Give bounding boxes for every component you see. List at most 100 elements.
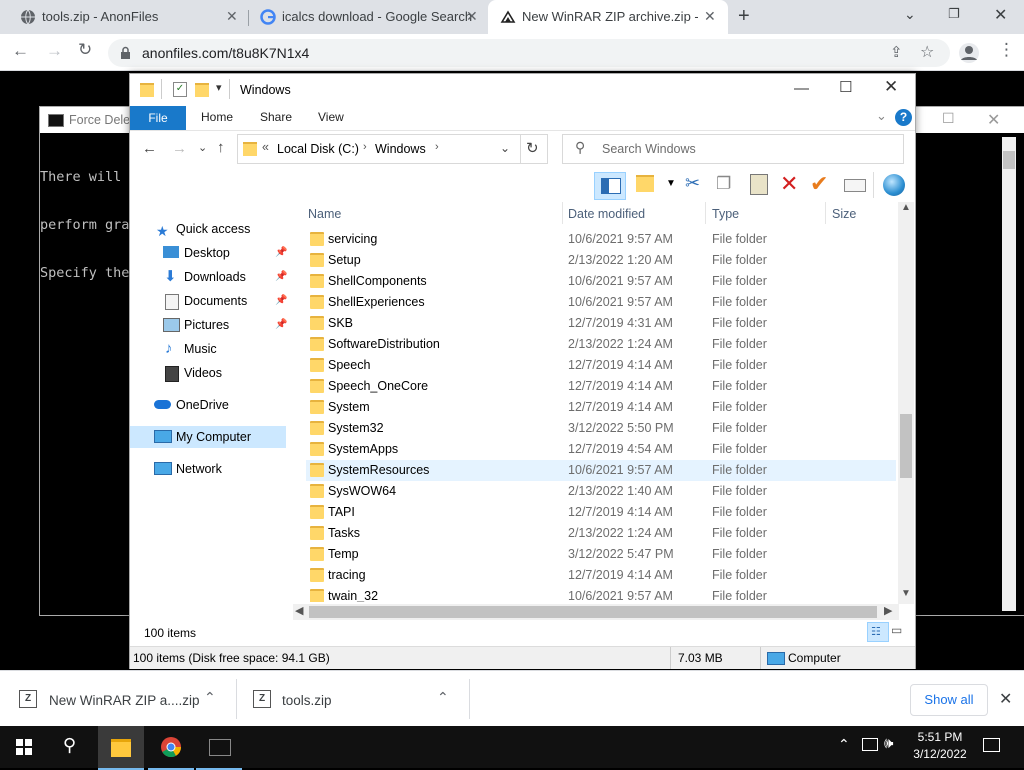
share-icon[interactable]: ⇪	[890, 43, 903, 61]
nav-my-computer[interactable]: My Computer	[130, 426, 286, 448]
table-row[interactable]: TAPI 12/7/2019 4:14 AM File folder	[306, 502, 896, 523]
taskbar-chrome[interactable]	[148, 726, 194, 770]
table-row[interactable]: SysWOW64 2/13/2022 1:40 AM File folder	[306, 481, 896, 502]
ribbon-tab-share[interactable]: Share	[260, 110, 292, 124]
table-row[interactable]: Speech 12/7/2019 4:14 AM File folder	[306, 355, 896, 376]
table-row[interactable]: System32 3/12/2022 5:50 PM File folder	[306, 418, 896, 439]
kebab-menu-icon[interactable]: ⋮	[998, 40, 1015, 60]
column-header-date[interactable]: Date modified	[568, 207, 645, 221]
search-box[interactable]: ⚲ Search Windows	[562, 134, 904, 164]
network-icon[interactable]	[862, 738, 878, 751]
large-icons-view-icon[interactable]: ▭	[891, 623, 902, 637]
new-folder-icon[interactable]	[195, 83, 209, 97]
scroll-thumb[interactable]	[900, 414, 912, 478]
pin-icon[interactable]: 📌	[275, 314, 287, 336]
profile-avatar-icon[interactable]	[958, 42, 980, 64]
show-all-button[interactable]: Show all	[910, 684, 988, 716]
chevron-down-icon[interactable]: ⌄	[500, 141, 510, 155]
refresh-button[interactable]: ↻	[519, 134, 548, 164]
close-window-icon[interactable]: ✕	[994, 5, 1007, 25]
globe-network-icon[interactable]	[883, 174, 905, 196]
rename-field-icon[interactable]	[844, 179, 866, 192]
ribbon-tab-home[interactable]: Home	[201, 110, 233, 124]
table-row[interactable]: Speech_OneCore 12/7/2019 4:14 AM File fold…	[306, 376, 896, 397]
chevron-right-icon[interactable]: ›	[363, 141, 367, 153]
table-row[interactable]: Tasks 2/13/2022 1:24 AM File folder	[306, 523, 896, 544]
forward-arrow-icon[interactable]: →	[172, 140, 187, 157]
folder-options-icon[interactable]	[636, 175, 654, 192]
horizontal-scrollbar[interactable]: ◀ ▶	[293, 604, 899, 620]
download-item-winrar[interactable]: Z New WinRAR ZIP a....zip ⌃	[0, 671, 236, 727]
console-maximize-icon[interactable]: ☐	[942, 110, 955, 127]
table-row[interactable]: Temp 3/12/2022 5:47 PM File folder	[306, 544, 896, 565]
breadcrumb-windows[interactable]: Windows	[375, 142, 426, 156]
rename-check-icon[interactable]: ✔	[810, 171, 828, 197]
nav-network[interactable]: Network	[154, 458, 291, 480]
address-bar[interactable]: anonfiles.com/t8u8K7N1x4 ⇪ ☆	[108, 39, 950, 67]
close-tab-icon[interactable]: ✕	[226, 8, 238, 25]
table-row[interactable]: ShellComponents 10/6/2021 9:57 AM File fol…	[306, 271, 896, 292]
column-header-size[interactable]: Size	[832, 207, 856, 221]
chevron-up-icon[interactable]: ⌃	[838, 736, 850, 753]
details-view-button[interactable]: ☷	[867, 622, 889, 642]
paste-icon[interactable]	[750, 174, 768, 195]
scroll-up-icon[interactable]: ▲	[901, 202, 911, 213]
nav-onedrive[interactable]: OneDrive	[154, 394, 291, 416]
column-header-type[interactable]: Type	[712, 207, 739, 221]
back-arrow-icon[interactable]: ←	[142, 140, 157, 157]
search-button[interactable]: ⚲	[48, 726, 94, 768]
new-tab-icon[interactable]: +	[738, 5, 750, 28]
nav-documents[interactable]: Documents 📌	[163, 290, 291, 312]
address-breadcrumb[interactable]: « Local Disk (C:) › Windows › ⌄	[237, 134, 521, 164]
table-row[interactable]: servicing 10/6/2021 9:57 AM File folder	[306, 229, 896, 250]
forward-arrow-icon[interactable]: →	[46, 41, 63, 61]
nav-quick-access[interactable]: ★ Quick access	[156, 218, 291, 240]
properties-check-icon[interactable]: ✓	[173, 82, 187, 97]
start-button[interactable]	[0, 726, 46, 768]
tab-winrar-zip[interactable]: New WinRAR ZIP archive.zip - Ar ✕	[488, 0, 728, 34]
table-row[interactable]: SoftwareDistribution 2/13/2022 1:24 AM Fil…	[306, 334, 896, 355]
quick-access-dropdown-icon[interactable]: ▾	[216, 81, 222, 94]
preview-pane-button[interactable]	[594, 172, 626, 200]
scroll-left-icon[interactable]: ◀	[295, 604, 303, 617]
recent-locations-icon[interactable]: ⌄	[198, 141, 207, 154]
table-row[interactable]: Setup 2/13/2022 1:20 AM File folder	[306, 250, 896, 271]
pin-icon[interactable]: 📌	[275, 242, 287, 264]
bookmark-star-icon[interactable]: ☆	[920, 42, 934, 62]
column-divider[interactable]	[825, 202, 826, 224]
pin-icon[interactable]: 📌	[275, 290, 287, 312]
ribbon-expand-icon[interactable]: ⌄	[876, 108, 887, 124]
notification-icon[interactable]	[983, 738, 1000, 752]
breadcrumb-local-disk[interactable]: Local Disk (C:)	[277, 142, 359, 156]
copy-icon[interactable]: ❐	[716, 174, 731, 194]
up-arrow-icon[interactable]: ↑	[217, 139, 225, 156]
close-tab-icon[interactable]: ✕	[704, 8, 716, 25]
table-row[interactable]: System 12/7/2019 4:14 AM File folder	[306, 397, 896, 418]
table-row[interactable]: SKB 12/7/2019 4:31 AM File folder	[306, 313, 896, 334]
chevron-up-icon[interactable]: ⌃	[204, 689, 216, 706]
scroll-right-icon[interactable]: ▶	[884, 604, 892, 617]
breadcrumb-overflow[interactable]: «	[262, 140, 269, 154]
maximize-icon[interactable]: ☐	[839, 78, 852, 96]
nav-downloads[interactable]: ⬇ Downloads 📌	[163, 266, 291, 288]
taskbar-file-explorer[interactable]	[98, 726, 144, 770]
restore-window-icon[interactable]: ❐	[948, 6, 960, 22]
ribbon-tab-file[interactable]: File	[130, 106, 186, 130]
console-scroll-thumb[interactable]	[1003, 151, 1015, 169]
table-row[interactable]: SystemApps 12/7/2019 4:54 AM File folder	[306, 439, 896, 460]
scroll-down-icon[interactable]: ▼	[901, 588, 911, 599]
table-row[interactable]: ShellExperiences 10/6/2021 9:57 AM File fo…	[306, 292, 896, 313]
help-icon[interactable]: ?	[895, 109, 912, 126]
console-close-icon[interactable]: ✕	[987, 110, 1000, 130]
download-item-tools[interactable]: Z tools.zip ⌃	[237, 671, 469, 727]
column-divider[interactable]	[562, 202, 563, 224]
taskbar-console[interactable]	[196, 726, 242, 770]
chevron-up-icon[interactable]: ⌃	[437, 689, 449, 706]
minimize-icon[interactable]: —	[794, 80, 809, 97]
close-tab-icon[interactable]: ✕	[466, 8, 478, 25]
reload-icon[interactable]: ↻	[78, 40, 92, 60]
pin-icon[interactable]: 📌	[275, 266, 287, 288]
console-scrollbar[interactable]	[1002, 137, 1016, 611]
back-arrow-icon[interactable]: ←	[12, 41, 29, 61]
table-row[interactable]: twain_32 10/6/2021 9:57 AM File folder	[306, 586, 896, 602]
